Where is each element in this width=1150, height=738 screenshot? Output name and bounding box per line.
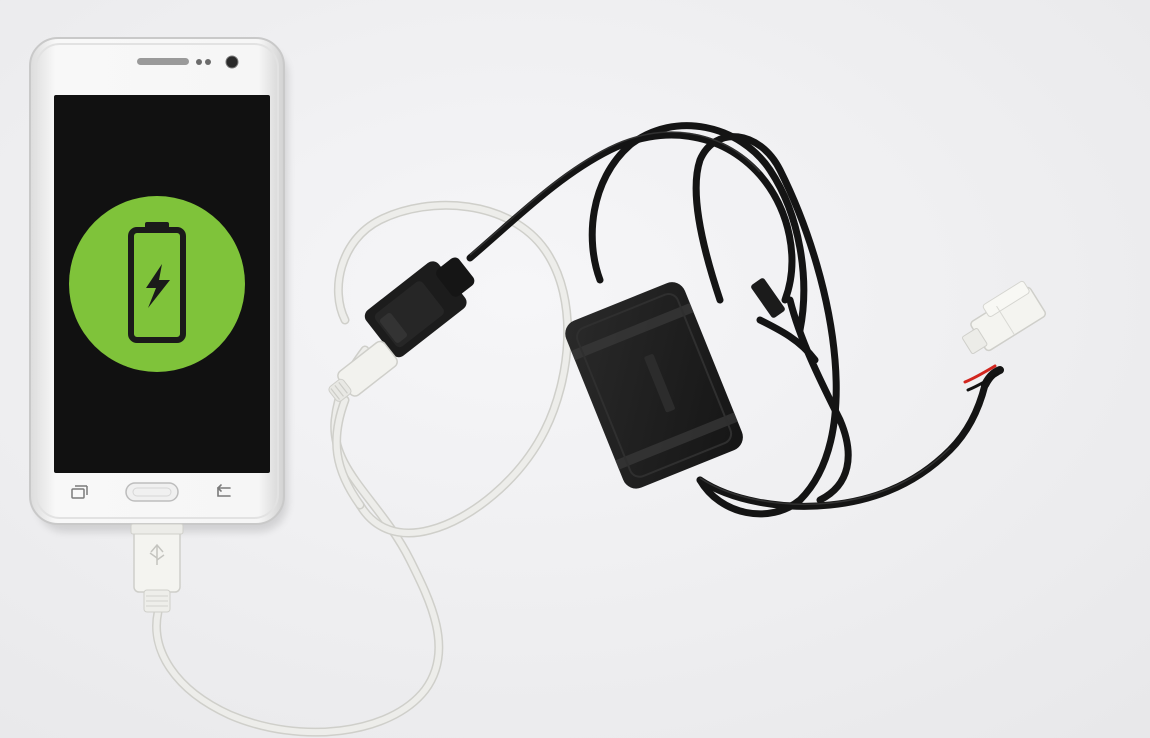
smartphone xyxy=(29,37,285,525)
earpiece xyxy=(137,58,189,65)
home-button xyxy=(125,482,179,502)
front-camera xyxy=(225,55,239,69)
sensor-dot xyxy=(196,59,202,65)
sensor-dot xyxy=(205,59,211,65)
product-photo xyxy=(0,0,1150,738)
photo-canvas xyxy=(0,0,1150,738)
